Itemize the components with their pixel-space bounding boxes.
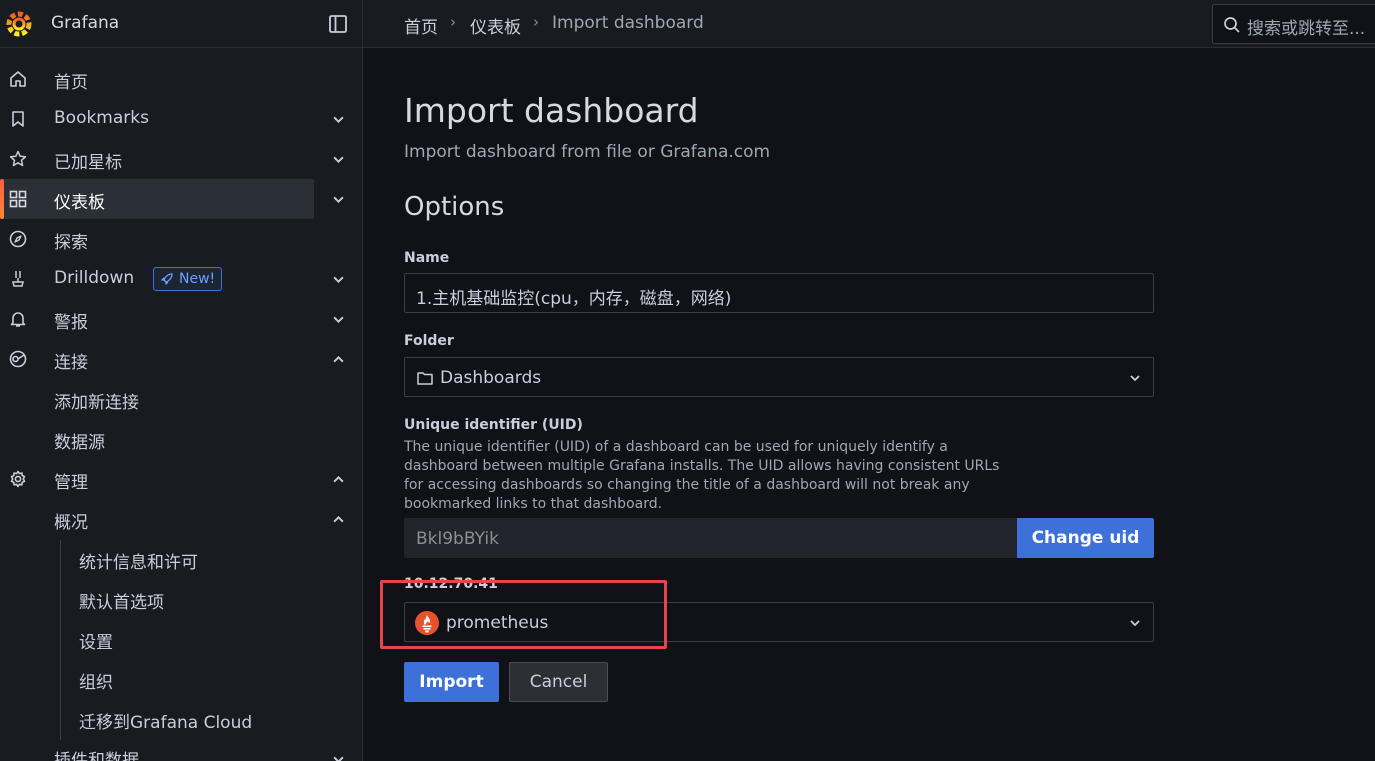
sidebar-item-add-connection[interactable]: 添加新连接 [54, 388, 139, 413]
import-button[interactable]: Import [404, 662, 499, 702]
sidebar-item-label: 仪表板 [54, 193, 105, 213]
sidebar-item-settings[interactable]: 设置 [79, 628, 113, 653]
chevron-down-icon[interactable] [332, 313, 345, 326]
datasource-select[interactable]: prometheus [404, 602, 1154, 642]
sidebar-item-label: Drilldown [54, 268, 135, 288]
search-placeholder: 搜索或跳转至... [1247, 19, 1366, 39]
sidebar-item-bookmarks[interactable]: Bookmarks [0, 99, 363, 139]
chevron-down-icon[interactable] [332, 113, 345, 126]
name-label: Name [404, 250, 450, 266]
sidebar-item-starred[interactable]: 已加星标 [0, 139, 363, 179]
sidebar-item-dashboards[interactable]: 仪表板 [0, 179, 363, 219]
sidebar-item-plugins-data[interactable]: 插件和数据 [0, 739, 363, 761]
chevron-down-icon[interactable] [332, 273, 345, 286]
sidebar-item-label: 管理 [54, 473, 88, 493]
sidebar-item-explore[interactable]: 探索 [0, 219, 363, 259]
breadcrumb-separator: › [450, 13, 456, 31]
cancel-button[interactable]: Cancel [509, 662, 608, 702]
compass-icon [8, 229, 28, 249]
chevron-down-icon [1130, 375, 1140, 382]
grafana-logo-icon[interactable] [4, 9, 34, 39]
page-title: Import dashboard [404, 91, 699, 130]
sidebar-item-label: 首页 [54, 73, 88, 93]
sidebar-item-alerting[interactable]: 警报 [0, 299, 363, 339]
sidebar-item-stats-license[interactable]: 统计信息和许可 [79, 548, 198, 573]
sidebar-item-label: 警报 [54, 313, 88, 333]
dock-menu-icon[interactable] [327, 13, 349, 35]
change-uid-button[interactable]: Change uid [1017, 518, 1154, 558]
datasource-value: prometheus [446, 613, 549, 633]
chevron-up-icon[interactable] [332, 513, 345, 526]
sidebar-item-drilldown[interactable]: Drilldown New! [0, 259, 363, 299]
folder-select[interactable]: Dashboards [404, 357, 1154, 397]
gear-icon [8, 469, 28, 489]
drilldown-icon [8, 269, 28, 289]
sidebar-item-migrate-cloud[interactable]: 迁移到Grafana Cloud [79, 708, 252, 733]
chevron-down-icon [1130, 620, 1140, 627]
breadcrumb-separator: › [533, 13, 539, 31]
name-value: 1.主机基础监控(cpu，内存，磁盘，网络) [416, 289, 732, 309]
home-icon [8, 69, 28, 89]
new-badge-label: New! [179, 271, 216, 287]
sidebar-item-label: 连接 [54, 353, 88, 373]
sidebar-item-general[interactable]: 概况 [0, 499, 363, 539]
sidebar-item-label: 概况 [54, 513, 88, 533]
folder-icon [417, 372, 433, 385]
tree-guide-line [60, 540, 61, 740]
prometheus-icon [415, 611, 439, 635]
sidebar: Grafana 首页 Bookmarks 已加星标 仪表板 探索 Drilldo… [0, 0, 363, 761]
sidebar-item-data-sources[interactable]: 数据源 [54, 428, 105, 453]
sidebar-item-label: 插件和数据 [54, 751, 139, 761]
sidebar-item-administration[interactable]: 管理 [0, 459, 363, 499]
search-icon [1224, 17, 1240, 33]
sidebar-header: Grafana [0, 0, 363, 48]
folder-value: Dashboards [440, 368, 542, 388]
apps-icon [8, 189, 28, 209]
connections-icon [8, 349, 28, 369]
chevron-down-icon[interactable] [332, 193, 345, 206]
search-input[interactable]: 搜索或跳转至... [1212, 4, 1375, 44]
rocket-icon [161, 273, 173, 285]
chevron-down-icon[interactable] [332, 753, 345, 761]
uid-label: Unique identifier (UID) [404, 417, 583, 433]
chevron-up-icon[interactable] [332, 353, 345, 366]
chevron-down-icon[interactable] [332, 153, 345, 166]
bookmark-icon [8, 109, 28, 129]
datasource-label: 10.12.70.41 [404, 576, 498, 592]
breadcrumb-current: Import dashboard [552, 13, 704, 33]
main-content: Import dashboard Import dashboard from f… [363, 49, 1375, 761]
sidebar-item-label: Bookmarks [54, 108, 149, 128]
sidebar-item-label: 已加星标 [54, 153, 122, 173]
sidebar-item-default-preferences[interactable]: 默认首选项 [79, 588, 164, 613]
star-icon [8, 149, 28, 169]
new-badge: New! [153, 267, 223, 291]
options-heading: Options [404, 192, 505, 222]
breadcrumb-home[interactable]: 首页 [404, 13, 438, 38]
sidebar-item-organizations[interactable]: 组织 [79, 668, 113, 693]
sidebar-item-home[interactable]: 首页 [0, 59, 363, 99]
page-subtitle: Import dashboard from file or Grafana.co… [404, 142, 771, 162]
sidebar-item-label: 探索 [54, 233, 88, 253]
chevron-up-icon[interactable] [332, 473, 345, 486]
folder-label: Folder [404, 333, 454, 349]
breadcrumb-dashboards[interactable]: 仪表板 [470, 13, 521, 38]
name-field[interactable]: 1.主机基础监控(cpu，内存，磁盘，网络) [404, 273, 1154, 313]
uid-description: The unique identifier (UID) of a dashboa… [404, 439, 1000, 512]
sidebar-item-connections[interactable]: 连接 [0, 339, 363, 379]
bell-icon [8, 309, 28, 329]
top-bar: 首页 › 仪表板 › Import dashboard 搜索或跳转至... [363, 0, 1375, 48]
uid-field[interactable]: Bkl9bBYik [404, 518, 1018, 558]
app-title: Grafana [51, 13, 120, 33]
uid-value: Bkl9bBYik [416, 529, 499, 549]
